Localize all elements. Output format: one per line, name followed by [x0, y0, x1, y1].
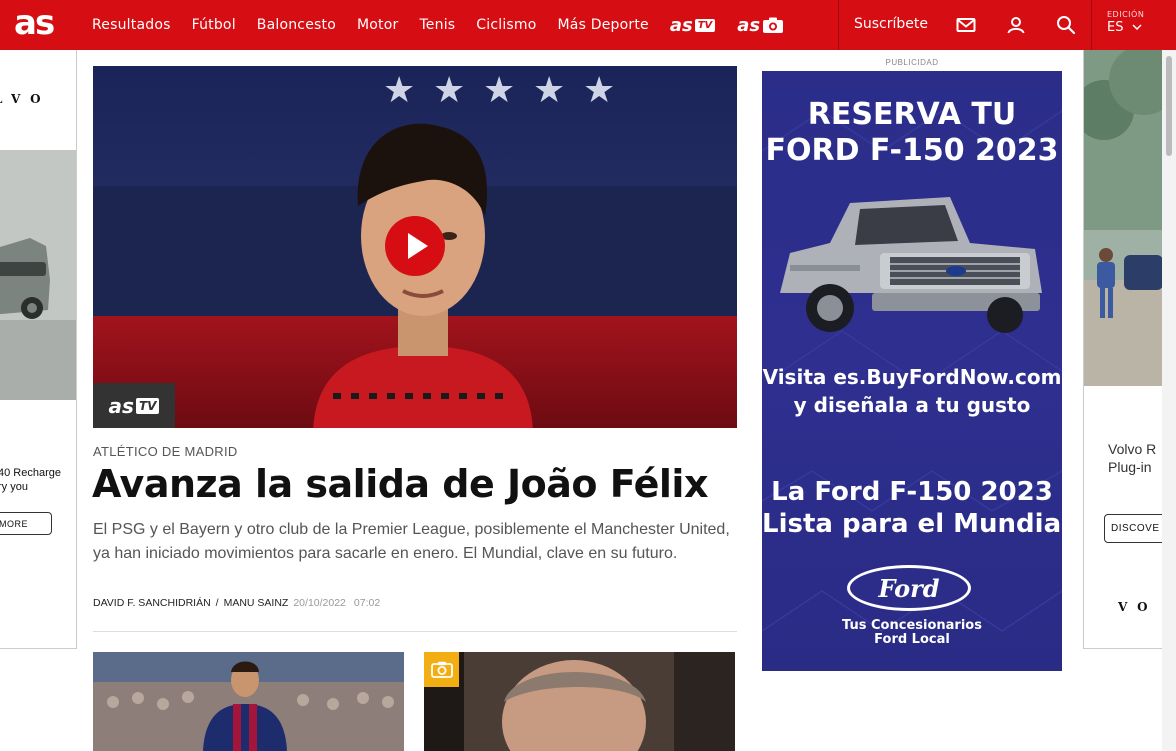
ad-model-text: Volvo R — [1108, 441, 1157, 457]
nav-item-futbol[interactable]: Fútbol — [192, 17, 236, 33]
ad-label: PUBLICIDAD — [885, 58, 939, 67]
article-time: 07:02 — [353, 597, 381, 609]
nav-item-ciclismo[interactable]: Ciclismo — [476, 17, 536, 33]
ad-design-text: y diseñala a tu gusto — [793, 393, 1031, 417]
ad-family-image — [1084, 50, 1162, 386]
author-separator: / — [215, 597, 219, 609]
search-icon[interactable] — [1055, 14, 1077, 36]
ad-visit-text[interactable]: Visita es.BuyFordNow.com — [762, 365, 1062, 389]
ad-world-cup-text: Lista para el Mundial — [762, 509, 1062, 539]
asfoto-prefix: as — [737, 14, 761, 36]
article-byline: DAVID F. SANCHIDRIÁN / MANU SAINZ 20/10/… — [93, 597, 380, 609]
scrollbar-thumb[interactable] — [1166, 56, 1172, 156]
article-headline[interactable]: Avanza la salida de João Félix — [92, 462, 708, 506]
astv-video-badge: as TV — [93, 383, 175, 428]
astv-badge-box: TV — [135, 397, 160, 414]
ad-car-image — [0, 150, 76, 400]
author-link[interactable]: DAVID F. SANCHIDRIÁN — [93, 597, 211, 609]
nav-item-tenis[interactable]: Tenis — [419, 17, 455, 33]
ad-model-text: La Ford F-150 2023 — [771, 477, 1053, 507]
ford-logo: Ford — [847, 565, 971, 611]
vertical-scrollbar[interactable] — [1162, 50, 1176, 751]
ad-tagline-text: ry you — [0, 481, 28, 493]
subscribe-link[interactable]: Suscríbete — [854, 16, 928, 32]
header-divider — [838, 0, 839, 50]
nav-item-motor[interactable]: Motor — [357, 17, 398, 33]
mail-icon[interactable] — [955, 14, 977, 36]
learn-more-button[interactable]: MORE — [0, 512, 52, 535]
ad-headline-1: RESERVA TU — [807, 97, 1017, 132]
nav-item-mas-deporte[interactable]: Más Deporte — [558, 17, 649, 33]
barca-player-photo — [93, 652, 404, 751]
ad-footer-1: Tus Concesionarios — [842, 618, 982, 633]
volvo-logo: LVO — [0, 92, 51, 106]
as-logo[interactable]: as — [14, 6, 55, 40]
star-decoration: ★ — [583, 69, 616, 110]
user-icon[interactable] — [1005, 14, 1027, 36]
edition-value: ES — [1107, 20, 1124, 35]
article-date: 20/10/2022 — [293, 597, 346, 609]
play-icon[interactable] — [385, 216, 445, 276]
volvo-logo: VO — [1118, 600, 1158, 614]
article-kicker[interactable]: ATLÉTICO DE MADRID — [93, 444, 238, 459]
hero-video-thumbnail[interactable]: ★ ★ ★ ★ ★ as TV — [93, 66, 737, 428]
nav-item-baloncesto[interactable]: Baloncesto — [257, 17, 336, 33]
astv-box: TV — [694, 18, 716, 32]
edition-label: EDICIÓN — [1107, 10, 1145, 19]
article-thumbnail-barca[interactable] — [93, 652, 404, 751]
astv-badge-prefix: as — [108, 393, 134, 418]
top-navigation-bar: as Resultados Fútbol Baloncesto Motor Te… — [0, 0, 1176, 50]
nav-item-resultados[interactable]: Resultados — [92, 17, 171, 33]
ford-truck-image — [780, 197, 1042, 333]
ad-model-text: 40 Recharge — [0, 467, 61, 479]
ad-footer-2: Ford Local — [874, 632, 950, 647]
author-link[interactable]: MANU SAINZ — [224, 597, 289, 609]
article-summary: El PSG y el Bayern y otro club de la Pre… — [93, 521, 730, 562]
header-divider — [1091, 0, 1092, 50]
main-nav: Resultados Fútbol Baloncesto Motor Tenis… — [92, 0, 806, 50]
volvo-car-graphic — [0, 150, 76, 400]
article-thumbnail-gallery[interactable] — [424, 652, 735, 751]
chevron-down-icon — [1132, 24, 1142, 31]
gallery-badge — [424, 652, 459, 687]
left-skin-ad[interactable]: LVO 40 Recharge ry you MORE — [0, 50, 77, 649]
asfoto-link[interactable]: as — [737, 15, 784, 36]
ford-ad-banner[interactable]: RESERVA TU FORD F-150 2023 Visita es.Buy… — [762, 71, 1062, 671]
camera-icon — [763, 17, 784, 33]
astv-link[interactable]: as TV — [669, 14, 716, 36]
article-divider — [93, 631, 737, 632]
edition-selector[interactable]: EDICIÓN ES — [1107, 10, 1144, 35]
gallery-photo — [424, 652, 735, 751]
ad-headline-2: FORD F-150 2023 — [765, 133, 1059, 168]
astv-prefix: as — [669, 14, 693, 36]
discover-button[interactable]: DISCOVE — [1104, 514, 1162, 543]
camera-icon — [430, 661, 453, 678]
ad-tagline-text: Plug-in — [1108, 459, 1152, 475]
right-skin-ad[interactable]: Volvo R Plug-in DISCOVE VO — [1083, 50, 1162, 649]
